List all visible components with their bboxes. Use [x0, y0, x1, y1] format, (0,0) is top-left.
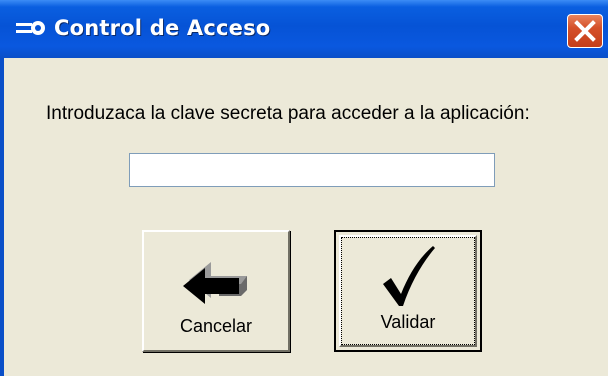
cancel-button[interactable]: Cancelar [142, 230, 290, 352]
arrow-left-icon [183, 262, 247, 304]
window-border [0, 58, 4, 376]
close-button[interactable] [567, 14, 603, 48]
password-prompt-label: Introduzaca la clave secreta para accede… [46, 103, 530, 124]
close-icon [574, 20, 596, 42]
cancel-button-label: Cancelar [179, 316, 253, 336]
window-title: Control de Acceso [54, 16, 271, 40]
key-icon [14, 18, 48, 40]
title-bar[interactable]: Control de Acceso [0, 0, 608, 58]
validate-button-label: Validar [380, 312, 436, 332]
password-input[interactable] [129, 153, 495, 187]
checkmark-icon [383, 246, 435, 306]
validate-button[interactable]: Validar [334, 230, 482, 352]
access-control-dialog: Control de Acceso Introduzaca la clave s… [0, 0, 608, 376]
